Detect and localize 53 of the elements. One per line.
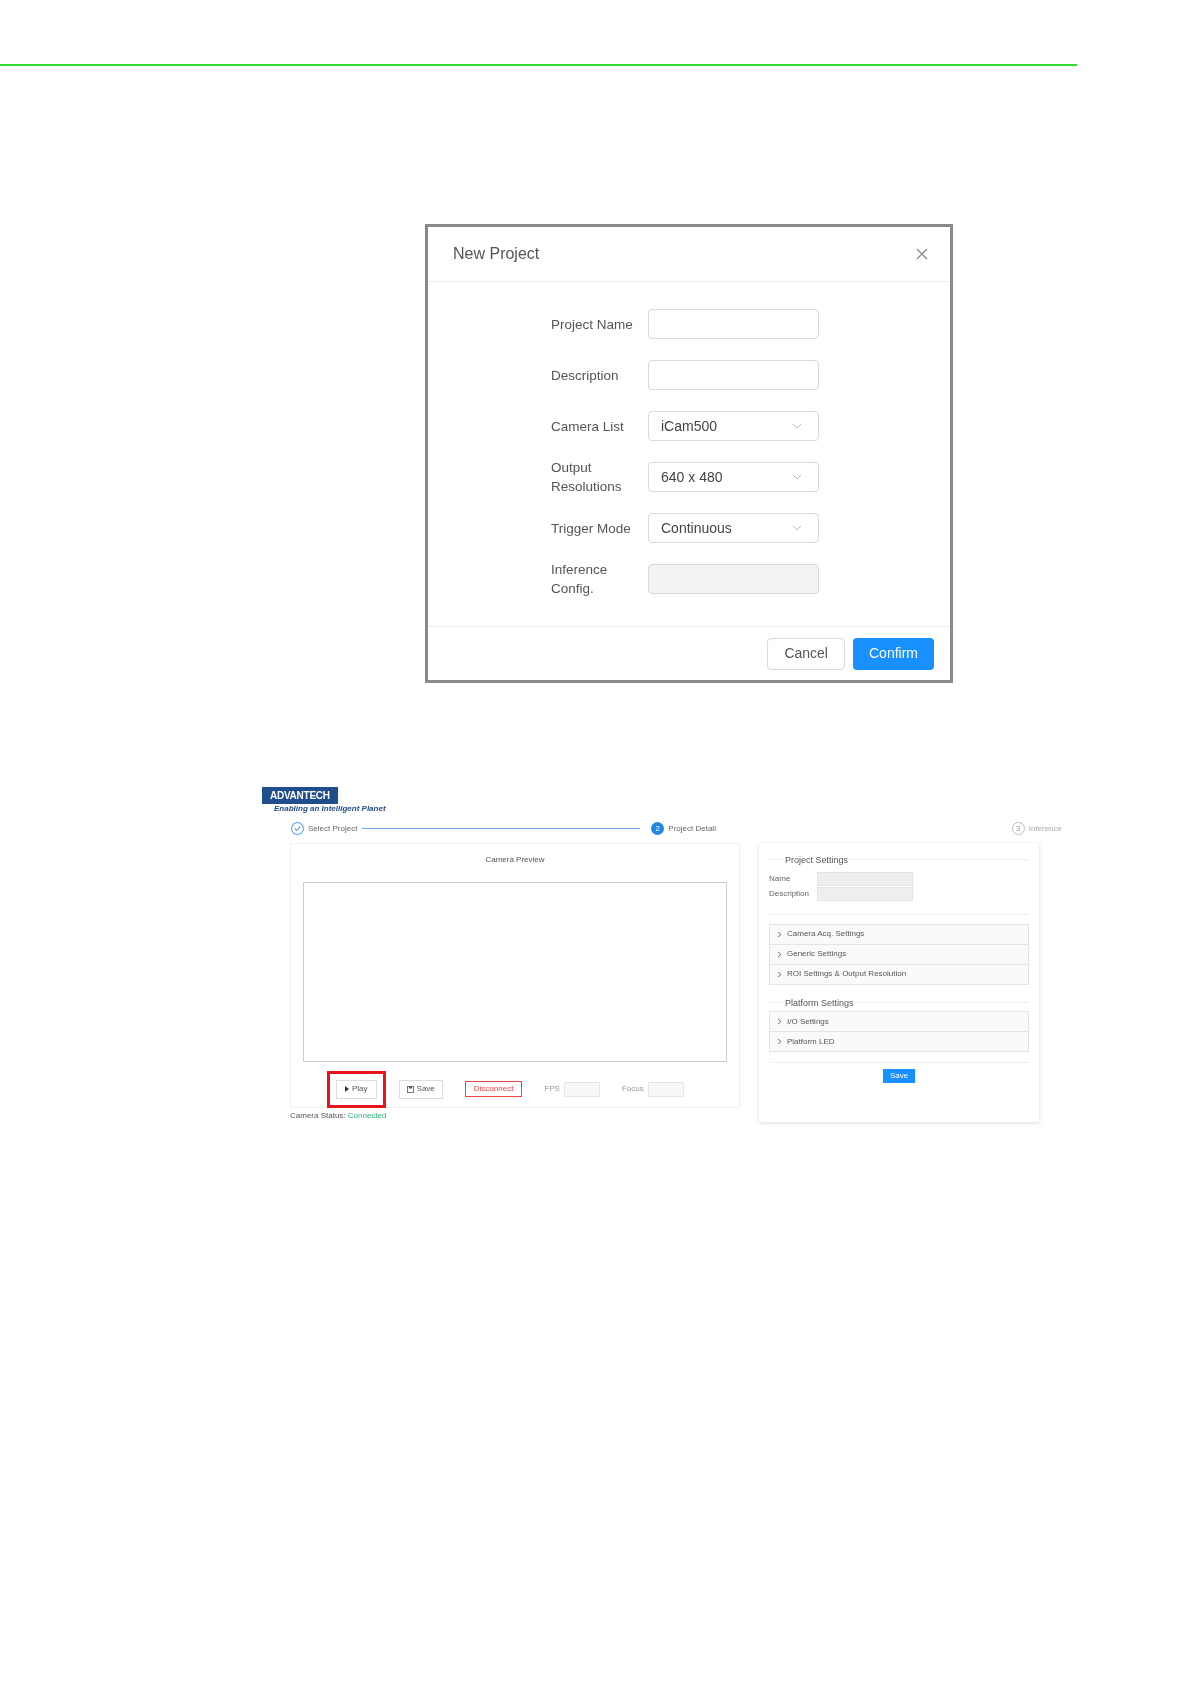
floppy-icon <box>406 1085 414 1093</box>
section-heading: Platform Settings <box>784 996 855 1010</box>
section-title: I/O Settings <box>787 1015 829 1028</box>
step-label: Inference <box>1028 822 1062 835</box>
chevron-right-icon <box>777 1038 782 1045</box>
field-label: Description <box>769 888 810 900</box>
step-label: Project Detail <box>668 822 716 835</box>
step-label: Select Project <box>308 822 358 835</box>
select-field[interactable]: 640 x 480 <box>648 462 819 492</box>
chevron-down-icon <box>792 524 802 532</box>
chevron-right-icon <box>777 1018 782 1025</box>
close-icon[interactable] <box>916 248 928 260</box>
accordion-item[interactable]: Platform LED <box>769 1031 1029 1052</box>
accordion-item[interactable]: Camera Acq. Settings <box>769 923 1029 945</box>
section-title: Camera Acq. Settings <box>787 928 865 940</box>
chevron-right-icon <box>777 930 782 938</box>
field-label: Project Name <box>551 315 634 334</box>
dialog-title: New Project <box>453 244 540 264</box>
check-circle-icon <box>291 822 304 835</box>
cancel-button[interactable]: Cancel <box>767 637 845 670</box>
field-label: Output Resolutions <box>551 459 623 496</box>
brand-tagline: Enabling an Intelligent Planet <box>274 804 386 814</box>
select-field[interactable]: Continuous <box>648 513 819 543</box>
play-icon <box>345 1086 349 1092</box>
panel-title: Camera Preview <box>484 854 546 866</box>
accordion-item[interactable]: ROI Settings & Output Resolution <box>769 963 1029 985</box>
section-heading: Project Settings <box>784 854 850 868</box>
field-label: FPS <box>544 1083 560 1095</box>
save-button[interactable]: Save <box>398 1079 443 1099</box>
accordion-item[interactable]: Generic Settings <box>769 943 1029 965</box>
section-title: Platform LED <box>787 1035 835 1048</box>
select-field[interactable]: iCam500 <box>648 411 819 441</box>
field-label: Focus <box>621 1083 644 1095</box>
chevron-right-icon <box>777 970 782 978</box>
field-label: Inference Config. <box>551 561 609 598</box>
accordion-item[interactable]: I/O Settings <box>769 1011 1029 1032</box>
step-number: 2 <box>651 822 665 835</box>
brand-logo: ADVANTECH <box>262 787 338 804</box>
chevron-down-icon <box>792 422 802 430</box>
disconnect-button[interactable]: Disconnect <box>464 1081 523 1097</box>
section-title: ROI Settings & Output Resolution <box>787 968 907 980</box>
chevron-down-icon <box>792 473 802 481</box>
section-title: Generic Settings <box>787 948 847 960</box>
field-label: Description <box>551 366 620 385</box>
number-field[interactable] <box>563 1081 600 1097</box>
number-field[interactable] <box>647 1081 684 1097</box>
text-field[interactable] <box>648 360 819 390</box>
text-field[interactable] <box>648 309 819 339</box>
field-label: Camera List <box>551 417 625 436</box>
field-label: Name <box>769 873 792 885</box>
chevron-right-icon <box>777 950 782 958</box>
camera-status: Camera Status: Connected <box>290 1110 388 1122</box>
field-label: Trigger Mode <box>551 519 632 538</box>
